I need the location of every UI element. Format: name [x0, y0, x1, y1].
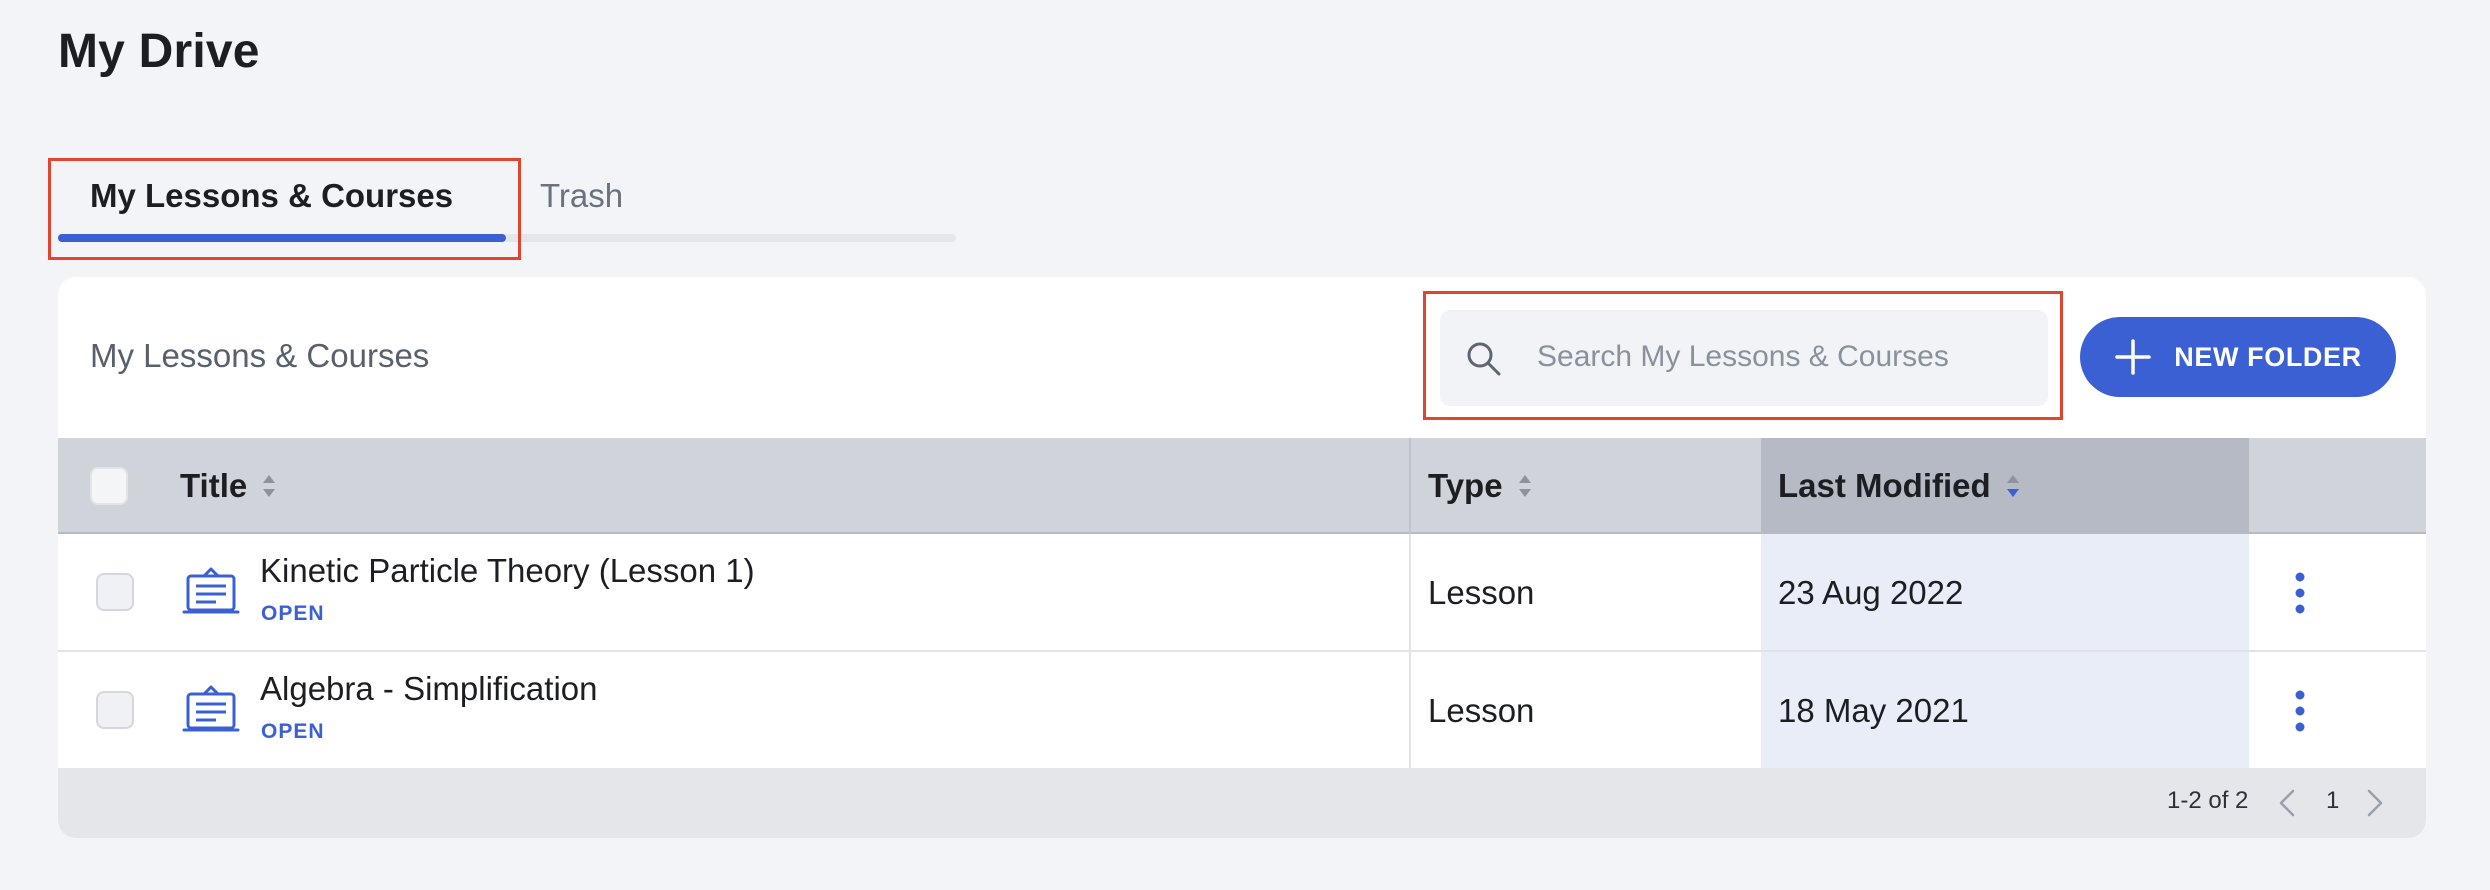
lesson-board-icon	[182, 685, 240, 732]
column-last-modified-label: Last Modified	[1778, 467, 1991, 504]
column-title-header[interactable]: Title	[180, 438, 277, 534]
kebab-icon[interactable]	[2290, 572, 2310, 614]
open-link[interactable]: OPEN	[261, 720, 325, 744]
sort-descending-icon	[2006, 475, 2019, 497]
search-input[interactable]: Search My Lessons & Courses	[1440, 310, 2048, 406]
column-type-label: Type	[1428, 467, 1503, 504]
row-last-modified: 23 Aug 2022	[1778, 574, 1964, 611]
sort-icon	[1518, 475, 1531, 497]
pagination-bar: 1-2 of 2 1	[58, 768, 2426, 838]
row-last-modified: 18 May 2021	[1778, 692, 1969, 729]
tab-my-lessons-courses[interactable]: My Lessons & Courses	[90, 150, 453, 242]
tab-bar: My Lessons & Courses Trash	[58, 150, 956, 242]
column-last-modified-header[interactable]: Last Modified	[1761, 438, 2249, 534]
chevron-left-icon[interactable]	[2276, 788, 2298, 818]
pagination-range: 1-2 of 2	[2167, 787, 2249, 814]
column-divider	[1409, 652, 1411, 770]
chevron-right-icon[interactable]	[2364, 788, 2386, 818]
row-checkbox[interactable]	[96, 573, 134, 611]
pagination-current-page: 1	[2326, 787, 2340, 814]
kebab-icon[interactable]	[2290, 690, 2310, 732]
row-checkbox[interactable]	[96, 691, 134, 729]
new-folder-button[interactable]: NEW FOLDER	[2080, 317, 2396, 397]
table-row[interactable]: Algebra - Simplification OPEN Lesson 18 …	[58, 652, 2426, 770]
page-title: My Drive	[58, 25, 260, 78]
search-icon	[1467, 342, 1501, 376]
column-type-header[interactable]: Type	[1428, 438, 1533, 534]
row-title[interactable]: Algebra - Simplification	[260, 670, 597, 708]
search-placeholder: Search My Lessons & Courses	[1537, 340, 1949, 373]
select-all-checkbox[interactable]	[90, 467, 128, 505]
column-divider	[1409, 438, 1411, 534]
row-title[interactable]: Kinetic Particle Theory (Lesson 1)	[260, 552, 755, 590]
column-divider	[1409, 534, 1411, 652]
table-row[interactable]: Kinetic Particle Theory (Lesson 1) OPEN …	[58, 534, 2426, 652]
column-title-label: Title	[180, 467, 248, 504]
sort-icon	[263, 475, 276, 497]
row-type: Lesson	[1428, 574, 1535, 611]
open-link[interactable]: OPEN	[261, 602, 325, 626]
lessons-panel: My Lessons & Courses Search My Lessons &…	[58, 277, 2426, 838]
panel-title: My Lessons & Courses	[90, 337, 430, 374]
lesson-board-icon	[182, 567, 240, 614]
plus-icon	[2115, 339, 2151, 375]
new-folder-label: NEW FOLDER	[2174, 341, 2362, 372]
tab-trash[interactable]: Trash	[540, 150, 623, 242]
row-type: Lesson	[1428, 692, 1535, 729]
table-header: Title Type Last Modified	[58, 438, 2426, 534]
